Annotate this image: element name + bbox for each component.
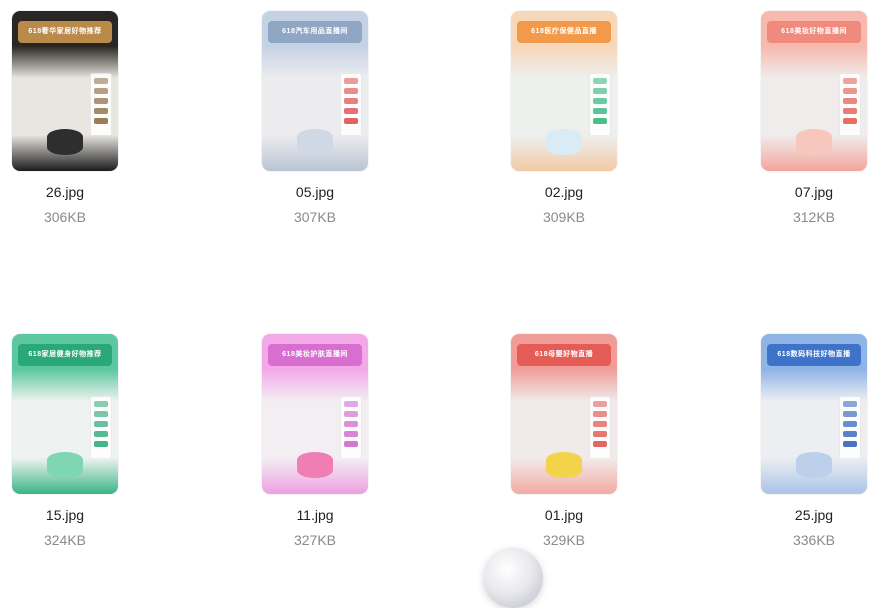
thumbnail-banner-text: 618母婴好物直播 <box>517 344 611 366</box>
thumbnail-side-panel <box>90 396 112 460</box>
thumbnail-product <box>546 452 582 478</box>
floating-assistant-icon[interactable] <box>483 548 543 608</box>
file-thumbnail[interactable]: 618医疗保健品直播 <box>511 11 617 171</box>
thumbnail-side-panel <box>340 396 362 460</box>
file-name[interactable]: 01.jpg <box>510 506 618 524</box>
thumbnail-product <box>796 129 832 155</box>
thumbnail-product <box>796 452 832 478</box>
file-size: 309KB <box>542 209 586 225</box>
file-thumbnail[interactable]: 618汽车用品直播间 <box>262 11 368 171</box>
file-name[interactable]: 15.jpg <box>11 506 119 524</box>
file-tile[interactable]: 618奢华家居好物推荐 26.jpg 306KB <box>11 11 119 226</box>
thumbnail-product <box>297 129 333 155</box>
thumbnail-banner-text: 618医疗保健品直播 <box>517 21 611 43</box>
file-thumbnail[interactable]: 618数码科技好物直播 <box>761 334 867 494</box>
thumbnail-banner-text: 618数码科技好物直播 <box>767 344 861 366</box>
file-tile[interactable]: 618美妆护肤直播间 11.jpg 327KB <box>261 334 369 549</box>
thumbnail-product <box>546 129 582 155</box>
file-thumbnail[interactable]: 618家居健身好物推荐 <box>12 334 118 494</box>
thumbnail-side-panel <box>90 73 112 137</box>
file-name[interactable]: 11.jpg <box>261 506 369 524</box>
thumbnail-product <box>297 452 333 478</box>
thumbnail-side-panel <box>589 396 611 460</box>
file-name[interactable]: 05.jpg <box>261 183 369 201</box>
file-tile[interactable]: 618医疗保健品直播 02.jpg 309KB <box>510 11 618 226</box>
thumbnail-banner-text: 618美妆护肤直播间 <box>268 344 362 366</box>
file-tile[interactable]: 618汽车用品直播间 05.jpg 307KB <box>261 11 369 226</box>
file-size: 329KB <box>542 532 586 548</box>
thumbnail-banner-text: 618奢华家居好物推荐 <box>18 21 112 43</box>
thumbnail-banner-text: 618汽车用品直播间 <box>268 21 362 43</box>
thumbnail-side-panel <box>589 73 611 137</box>
file-name[interactable]: 07.jpg <box>760 183 868 201</box>
file-thumbnail[interactable]: 618奢华家居好物推荐 <box>12 11 118 171</box>
file-name[interactable]: 26.jpg <box>11 183 119 201</box>
thumbnail-banner-text: 618家居健身好物推荐 <box>18 344 112 366</box>
file-size: 327KB <box>293 532 337 548</box>
thumbnail-side-panel <box>839 396 861 460</box>
file-size: 312KB <box>792 209 836 225</box>
thumbnail-banner-text: 618美妆好物直播间 <box>767 21 861 43</box>
file-thumbnail[interactable]: 618美妆好物直播间 <box>761 11 867 171</box>
file-tile[interactable]: 618母婴好物直播 01.jpg 329KB <box>510 334 618 549</box>
file-name[interactable]: 25.jpg <box>760 506 868 524</box>
file-tile[interactable]: 618数码科技好物直播 25.jpg 336KB <box>760 334 868 549</box>
file-size: 336KB <box>792 532 836 548</box>
file-tile[interactable]: 618美妆好物直播间 07.jpg 312KB <box>760 11 868 226</box>
file-name[interactable]: 02.jpg <box>510 183 618 201</box>
file-thumbnail[interactable]: 618母婴好物直播 <box>511 334 617 494</box>
file-size: 324KB <box>43 532 87 548</box>
thumbnail-side-panel <box>340 73 362 137</box>
file-grid: 618奢华家居好物推荐 26.jpg 306KB 618汽车用品直播间 05.j… <box>0 0 885 566</box>
file-size: 306KB <box>43 209 87 225</box>
thumbnail-side-panel <box>839 73 861 137</box>
file-thumbnail[interactable]: 618美妆护肤直播间 <box>262 334 368 494</box>
thumbnail-product <box>47 129 83 155</box>
thumbnail-product <box>47 452 83 478</box>
file-tile[interactable]: 618家居健身好物推荐 15.jpg 324KB <box>11 334 119 549</box>
file-size: 307KB <box>293 209 337 225</box>
